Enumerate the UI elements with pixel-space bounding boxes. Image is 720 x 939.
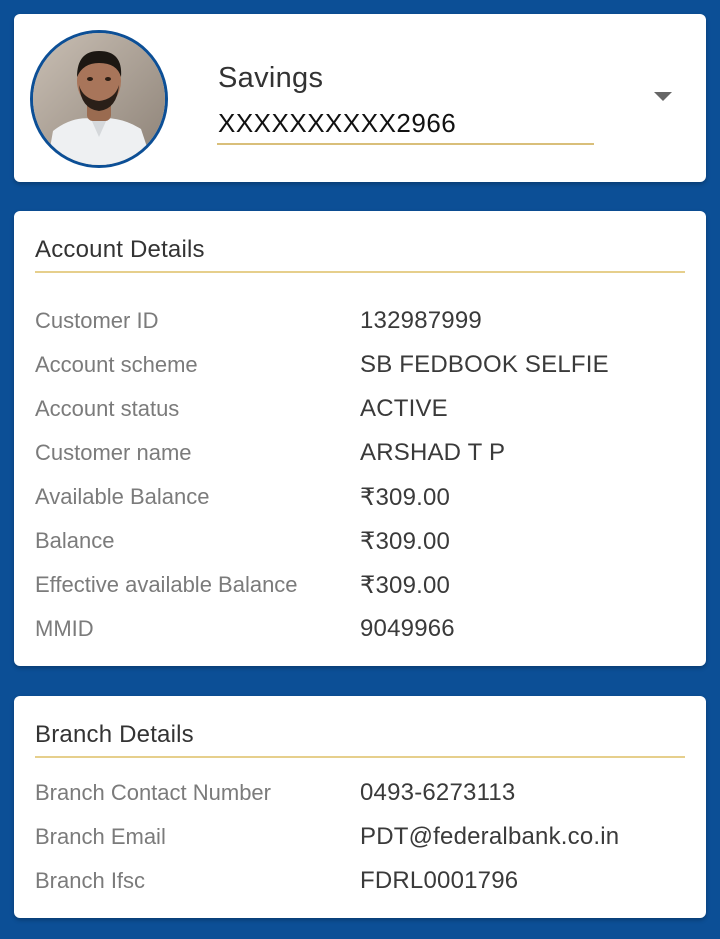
profile-avatar	[30, 30, 168, 168]
branch-details-title: Branch Details	[35, 721, 194, 748]
detail-label: Effective available Balance	[35, 572, 298, 597]
account-number[interactable]: XXXXXXXXXX2966	[218, 108, 456, 139]
detail-label: Account scheme	[35, 352, 198, 377]
detail-value: ARSHAD T P	[360, 439, 506, 466]
account-details-divider	[35, 271, 685, 273]
profile-photo	[33, 33, 165, 165]
detail-row-customer-name: Customer name ARSHAD T P	[14, 439, 706, 480]
detail-label: Available Balance	[35, 484, 210, 509]
branch-value[interactable]: 0493-6273113	[360, 779, 515, 807]
detail-value: 132987999	[360, 307, 482, 334]
detail-value: ₹309.00	[360, 572, 451, 599]
detail-row-customer-id: Customer ID 132987999	[14, 307, 706, 348]
branch-label: Branch Email	[35, 824, 166, 849]
account-details-title: Account Details	[35, 236, 205, 263]
detail-label: Customer ID	[35, 308, 159, 333]
detail-label: Account status	[35, 396, 180, 421]
account-details-card: Account Details Customer ID 132987999 Ac…	[14, 211, 706, 666]
detail-label: MMID	[35, 616, 94, 641]
detail-row-available-balance: Available Balance ₹309.00	[14, 484, 706, 524]
branch-details-card: Branch Details Branch Contact Number 049…	[14, 696, 706, 918]
account-selector-card: Savings XXXXXXXXXX2966	[14, 14, 706, 182]
detail-row-effective-available-balance: Effective available Balance ₹309.00	[14, 572, 706, 612]
detail-row-account-status: Account status ACTIVE	[14, 395, 706, 436]
account-type: Savings	[218, 62, 324, 94]
detail-label: Customer name	[35, 440, 192, 465]
detail-value: ₹309.00	[360, 484, 451, 511]
detail-row-balance: Balance ₹309.00	[14, 528, 706, 568]
branch-row-email: Branch Email PDT@federalbank.co.in	[14, 823, 706, 864]
branch-value[interactable]: PDT@federalbank.co.in	[360, 823, 619, 851]
branch-value: FDRL0001796	[360, 867, 519, 894]
caret-down-icon[interactable]	[654, 92, 672, 101]
detail-value: SB FEDBOOK SELFIE	[360, 351, 609, 378]
detail-label: Balance	[35, 528, 115, 553]
detail-value: ACTIVE	[360, 395, 448, 422]
branch-label: Branch Contact Number	[35, 780, 271, 805]
detail-row-mmid: MMID 9049966	[14, 615, 706, 656]
branch-row-contact-number: Branch Contact Number 0493-6273113	[14, 779, 706, 820]
account-number-underline	[217, 143, 594, 145]
detail-value: 9049966	[360, 615, 455, 642]
detail-value: ₹309.00	[360, 528, 451, 555]
branch-details-divider	[35, 756, 685, 758]
detail-row-account-scheme: Account scheme SB FEDBOOK SELFIE	[14, 351, 706, 392]
branch-label: Branch Ifsc	[35, 868, 146, 893]
branch-row-ifsc: Branch Ifsc FDRL0001796	[14, 867, 706, 908]
